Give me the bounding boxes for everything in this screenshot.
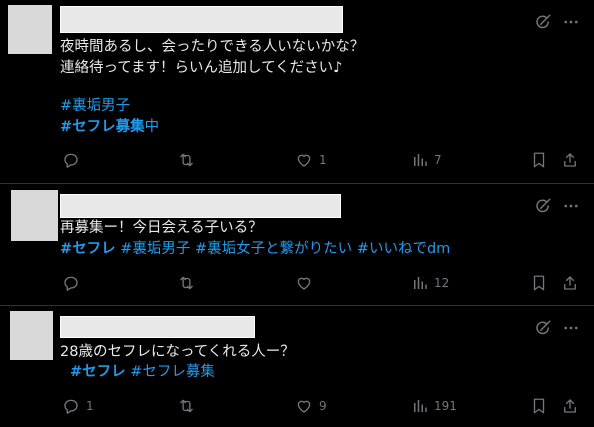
views-icon	[412, 397, 428, 415]
repost-icon	[177, 274, 196, 292]
reply-button[interactable]	[62, 150, 86, 170]
action-bar: 12	[0, 273, 594, 293]
views-icon	[412, 274, 428, 292]
share-button[interactable]	[562, 150, 578, 170]
post-text-line: 再募集ー！今日会える子いる？	[60, 220, 263, 236]
hashtag-line: #セフレ #セフレ募集	[70, 363, 215, 382]
username-redacted	[60, 6, 343, 33]
grok-icon[interactable]	[533, 318, 553, 338]
repost-button[interactable]	[177, 150, 202, 170]
post-text-line: 夜時間あるし、会ったりできる人いないかな？	[60, 39, 365, 55]
repost-button[interactable]	[177, 396, 202, 416]
hashtag-link[interactable]: #セフレ募集	[130, 364, 215, 380]
post-text-line: 28歳のセフレになってくれる人ー？	[60, 344, 295, 360]
action-bar: 1 7	[0, 150, 594, 170]
share-icon	[562, 151, 578, 169]
reply-button[interactable]	[62, 273, 86, 293]
hashtag-link[interactable]: #裏垢女子と繋がりたい	[195, 241, 352, 257]
repost-icon	[177, 151, 196, 169]
post-text-line: 連絡待ってます！らいん追加してください♪	[60, 60, 343, 76]
like-icon	[295, 151, 313, 169]
hashtag-link[interactable]: #裏垢男子	[120, 241, 190, 257]
grok-icon[interactable]	[533, 196, 553, 216]
views-icon	[412, 151, 428, 169]
bookmark-icon	[531, 151, 547, 169]
username-redacted	[60, 316, 255, 338]
views-button[interactable]: 191	[412, 396, 457, 416]
username-redacted	[60, 194, 341, 218]
bookmark-button[interactable]	[531, 396, 547, 416]
share-button[interactable]	[562, 273, 578, 293]
avatar[interactable]	[8, 5, 52, 54]
share-button[interactable]	[562, 396, 578, 416]
share-icon	[562, 274, 578, 292]
more-icon[interactable]	[561, 196, 581, 216]
hashtag-link[interactable]: #セフレ	[60, 241, 116, 257]
post[interactable]: 28歳のセフレになってくれる人ー？ #セフレ #セフレ募集 1 9 191	[0, 306, 594, 427]
hashtag-suffix: 中	[144, 119, 160, 135]
reply-icon	[62, 274, 80, 292]
bookmark-icon	[531, 274, 547, 292]
bookmark-button[interactable]	[531, 273, 547, 293]
like-count: 1	[319, 153, 327, 167]
like-icon	[295, 397, 313, 415]
views-count: 12	[434, 276, 450, 290]
like-button[interactable]: 1	[295, 150, 327, 170]
views-count: 7	[434, 153, 442, 167]
hashtag-line: #セフレ募集中	[60, 118, 159, 137]
avatar[interactable]	[11, 190, 58, 241]
hashtag-link[interactable]: #いいねでdm	[357, 241, 450, 257]
reply-button[interactable]: 1	[62, 396, 94, 416]
reply-icon	[62, 151, 80, 169]
share-icon	[562, 397, 578, 415]
repost-icon	[177, 397, 196, 415]
like-button[interactable]	[295, 273, 319, 293]
views-button[interactable]: 12	[412, 273, 449, 293]
post[interactable]: 再募集ー！今日会える子いる？ #セフレ #裏垢男子 #裏垢女子と繋がりたい #い…	[0, 184, 594, 305]
repost-button[interactable]	[177, 273, 202, 293]
hashtag-link[interactable]: #セフレ	[70, 364, 126, 380]
views-button[interactable]: 7	[412, 150, 442, 170]
bookmark-icon	[531, 397, 547, 415]
hashtag-link[interactable]: #裏垢男子	[60, 97, 130, 116]
post[interactable]: 夜時間あるし、会ったりできる人いないかな？ 連絡待ってます！らいん追加してくださ…	[0, 0, 594, 183]
reply-count: 1	[86, 399, 94, 413]
like-button[interactable]: 9	[295, 396, 327, 416]
avatar[interactable]	[10, 311, 53, 360]
views-count: 191	[434, 399, 457, 413]
like-icon	[295, 274, 313, 292]
more-icon[interactable]	[561, 318, 581, 338]
like-count: 9	[319, 399, 327, 413]
hashtag-link[interactable]: #セフレ募集	[60, 119, 145, 135]
more-icon[interactable]	[561, 12, 581, 32]
grok-icon[interactable]	[533, 12, 553, 32]
action-bar: 1 9 191	[0, 396, 594, 416]
hashtag-line: #セフレ #裏垢男子 #裏垢女子と繋がりたい #いいねでdm	[60, 240, 450, 259]
reply-icon	[62, 397, 80, 415]
bookmark-button[interactable]	[531, 150, 547, 170]
